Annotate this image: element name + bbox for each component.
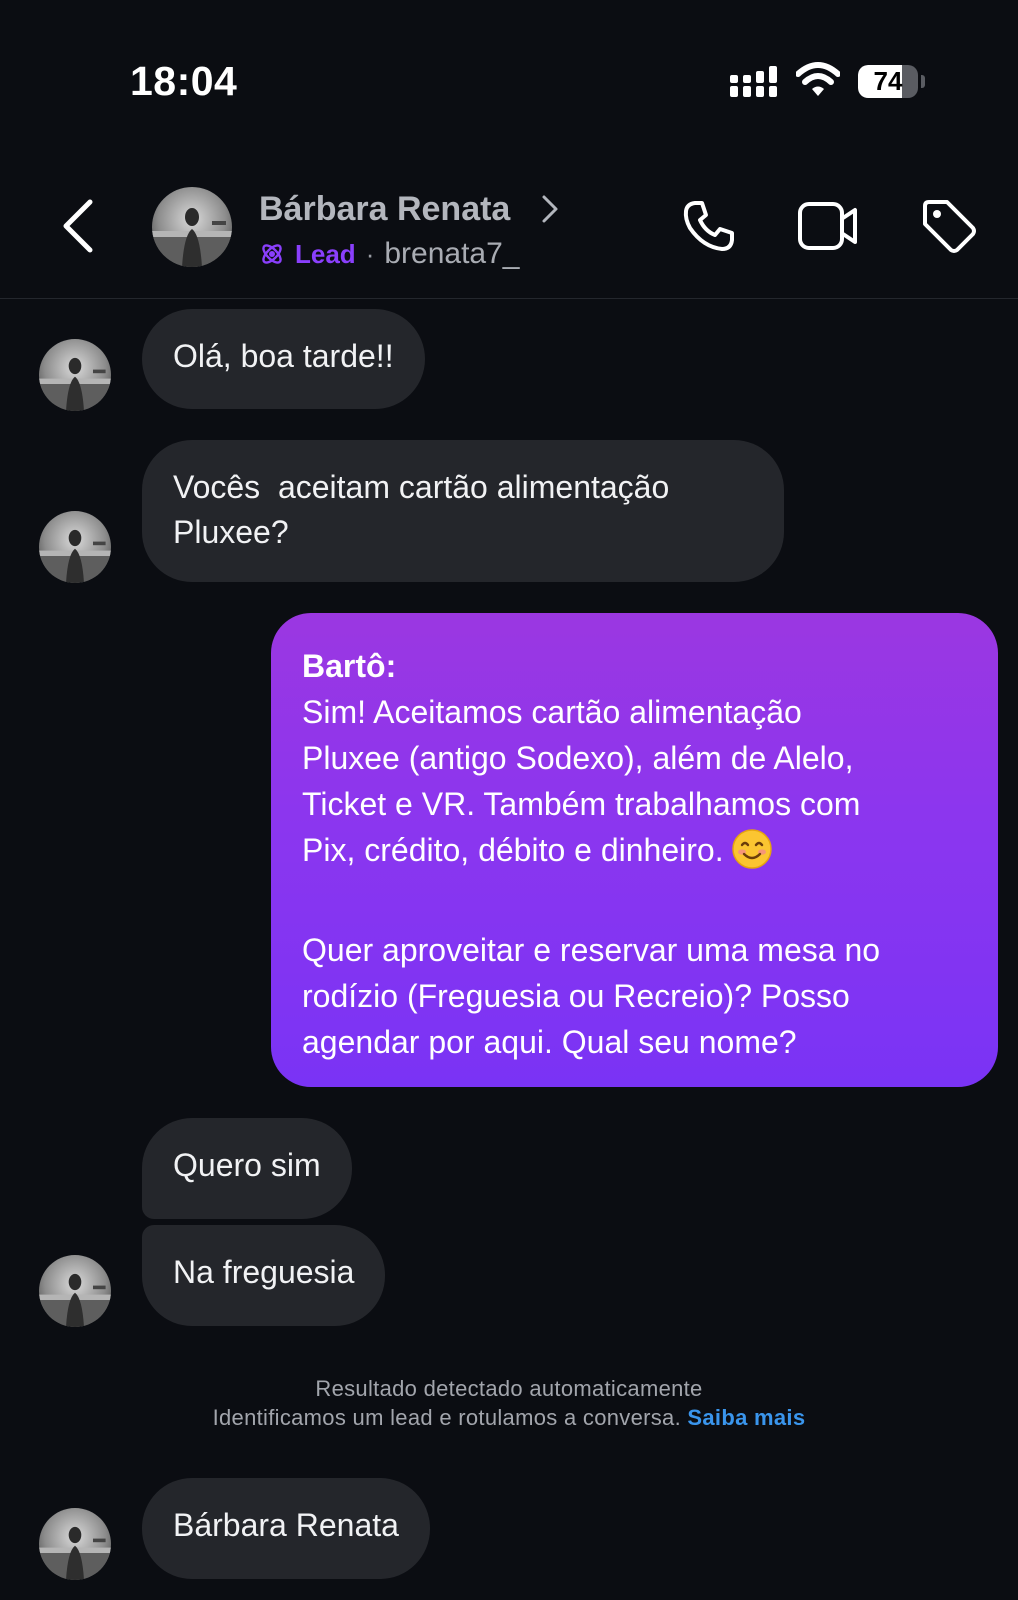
message-text: Quero sim (173, 1147, 321, 1183)
message-text-line: Pix, crédito, débito e dinheiro. (302, 827, 968, 873)
sender-avatar[interactable] (39, 511, 111, 583)
message-text: Olá, boa tarde!! (173, 338, 394, 374)
lead-label: Lead (295, 238, 356, 269)
battery-icon: 74 (858, 65, 925, 98)
message-text: Na freguesia (173, 1254, 355, 1290)
incoming-message[interactable]: Quero sim (142, 1118, 352, 1219)
lead-row[interactable]: Lead · brenata7_ (259, 234, 519, 274)
message-text-line: rodízio (Freguesia ou Recreio)? Posso (302, 978, 850, 1014)
message-text-line: agendar por aqui. Qual seu nome? (302, 1024, 797, 1060)
status-time: 18:04 (130, 58, 238, 104)
contact-username: brenata7_ (384, 237, 520, 270)
tag-icon[interactable] (919, 196, 979, 256)
incoming-message[interactable]: Olá, boa tarde!! (142, 309, 425, 409)
video-call-icon[interactable] (797, 200, 861, 252)
message-text: Bárbara Renata (173, 1507, 399, 1543)
learn-more-link[interactable]: Saiba mais (687, 1405, 805, 1430)
sender-avatar[interactable] (39, 1255, 111, 1327)
contact-name[interactable]: Bárbara Renata (259, 190, 510, 229)
message-text-line: Vocês aceitam cartão alimentação (173, 469, 670, 505)
incoming-message[interactable]: Bárbara Renata (142, 1478, 430, 1579)
outgoing-message[interactable]: Bartô: Sim! Aceitamos cartão alimentação… (271, 613, 998, 1087)
message-text-line: Quer aproveitar e reservar uma mesa no (302, 932, 881, 968)
message-text-line: Pluxee (antigo Sodexo), além de Alelo, (302, 740, 854, 776)
contact-avatar[interactable] (152, 187, 232, 267)
message-text: Pix, crédito, débito e dinheiro. (302, 832, 724, 868)
message-text-line: Pluxee? (173, 514, 289, 550)
incoming-message[interactable]: Vocês aceitam cartão alimentação Pluxee? (142, 440, 784, 582)
auto-detection-notice: Resultado detectado automaticamente Iden… (0, 1374, 1018, 1432)
reply-sender: Bartô: (302, 648, 397, 684)
wifi-icon (796, 62, 840, 96)
lead-icon (259, 241, 285, 267)
back-icon[interactable] (60, 198, 100, 254)
notice-title: Resultado detectado automaticamente (315, 1376, 703, 1401)
chevron-right-icon[interactable] (541, 194, 559, 224)
sender-avatar[interactable] (39, 339, 111, 411)
message-text-line: Sim! Aceitamos cartão alimentação (302, 694, 802, 730)
signal-icon (730, 66, 777, 97)
sender-avatar[interactable] (39, 1508, 111, 1580)
chat-header: Bárbara Renata Lead · brenata7_ (0, 170, 1018, 299)
call-icon[interactable] (681, 198, 737, 254)
smiling-face-emoji-icon (732, 829, 773, 869)
notice-body-line: Identificamos um lead e rotulamos a conv… (0, 1403, 1018, 1432)
battery-level: 74 (873, 66, 903, 96)
message-text-line: Ticket e VR. Também trabalhamos com (302, 786, 861, 822)
separator: · (365, 238, 375, 269)
notice-body: Identificamos um lead e rotulamos a conv… (212, 1405, 681, 1430)
incoming-message[interactable]: Na freguesia (142, 1225, 386, 1326)
